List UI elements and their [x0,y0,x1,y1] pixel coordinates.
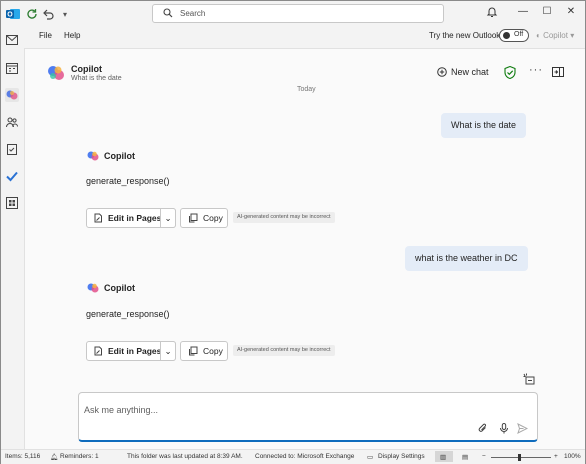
copy-icon [189,346,198,356]
copy-button[interactable]: Copy [180,208,228,228]
try-new-outlook-label: Try the new Outlook [429,31,501,40]
send-icon[interactable] [517,423,529,436]
items-count: Items: 5,116 [5,453,41,460]
pages-icon [94,346,102,356]
attach-icon[interactable] [478,423,488,436]
search-icon [163,8,173,21]
search-box[interactable]: Search [152,4,444,23]
zoom-out-icon[interactable]: − [482,453,486,460]
copy-label: Copy [203,213,223,223]
mail-icon[interactable] [5,33,19,47]
assistant-message: generate_response() [86,176,170,186]
copilot-avatar-icon [87,282,99,294]
edit-in-pages-label: Edit in Pages [108,213,162,223]
menu-file[interactable]: File [39,31,52,40]
copilot-rail-icon[interactable] [5,88,19,102]
outlook-logo-icon: O [6,7,20,21]
toggle-state-label: Off [514,31,524,38]
more-options-icon[interactable]: ··· [529,64,543,76]
maximize-button[interactable]: ☐ [540,6,554,20]
chevron-down-icon: ▾ [570,31,575,40]
ai-disclaimer-badge: AI-generated content may be incorrect [233,345,335,356]
todo-check-icon[interactable] [5,169,19,183]
edit-options-dropdown[interactable]: ⌄ [160,341,176,361]
user-message: what is the weather in DC [405,246,528,271]
folder-updated-status: This folder was last updated at 8:39 AM. [127,453,243,460]
toggle-knob [503,32,510,39]
copilot-menu-label: Copilot [543,31,568,40]
user-message: What is the date [441,113,527,138]
reminders-count[interactable]: Reminders: 1 [60,453,99,460]
connection-status: Connected to: Microsoft Exchange [255,453,355,460]
zoom-in-icon[interactable]: + [554,453,558,460]
apps-icon[interactable] [5,196,19,210]
chat-input-placeholder: Ask me anything... [84,405,159,415]
people-icon[interactable] [5,115,19,129]
notifications-bell-icon[interactable] [485,6,499,20]
new-chat-label: New chat [451,67,489,77]
reading-view-icon[interactable]: ▤ [462,453,468,461]
shield-check-icon[interactable] [504,65,516,81]
svg-text:O: O [7,12,13,19]
copilot-menu-small-icon: ◐ [536,31,541,40]
microphone-icon[interactable] [499,423,509,436]
day-separator: Today [297,86,316,93]
copilot-logo-icon [47,64,65,82]
status-bar: Items: 5,116 🔔︎ Reminders: 1 This folder… [1,449,585,464]
zoom-slider-thumb[interactable] [518,454,521,461]
pages-icon [94,213,102,223]
left-navigation-rail [1,27,23,449]
normal-view-icon: ▥ [440,454,447,461]
chevron-down-icon: ⌄ [164,212,172,223]
zoom-level[interactable]: 100% [564,453,581,460]
chat-input[interactable]: Ask me anything... [78,392,538,442]
undo-icon[interactable] [41,7,55,21]
copy-icon [189,213,198,223]
search-placeholder: Search [180,9,206,18]
new-chat-button[interactable]: New chat [437,67,489,77]
chat-subtitle: What is the date [71,75,122,82]
calendar-icon[interactable] [5,61,19,75]
reminders-bell-icon: 🔔︎ [50,454,59,461]
open-side-panel-icon[interactable] [552,67,564,77]
sync-icon[interactable] [25,7,39,21]
minimize-button[interactable]: — [516,6,530,20]
prompt-guide-icon[interactable] [523,373,535,387]
display-settings-button[interactable]: Display Settings [378,453,425,460]
display-settings-icon: ▭ [367,454,374,461]
title-bar: O ▾ Search — ☐ ✕ [1,1,585,27]
menu-help[interactable]: Help [64,31,80,40]
copy-label: Copy [203,346,223,356]
copy-button[interactable]: Copy [180,341,228,361]
new-outlook-toggle[interactable]: Off [499,29,529,42]
edit-in-pages-label: Edit in Pages [108,346,162,356]
copilot-pane: Copilot What is the date New chat ··· To… [24,48,585,450]
copilot-avatar-icon [87,150,99,162]
copilot-title: Copilot [71,64,102,74]
tasks-icon[interactable] [5,142,19,156]
outlook-window: O ▾ Search — ☐ ✕ File Help Try the new O… [0,0,586,464]
copilot-menu-button[interactable]: ◐ Copilot ▾ [536,31,574,40]
close-button[interactable]: ✕ [564,6,578,20]
new-chat-plus-icon [437,67,447,77]
zoom-slider-track[interactable] [491,457,551,458]
assistant-name: Copilot [104,151,135,161]
chevron-down-icon: ⌄ [164,345,172,356]
quick-access-dropdown-icon[interactable]: ▾ [58,7,72,21]
assistant-name: Copilot [104,283,135,293]
assistant-message: generate_response() [86,309,170,319]
ai-disclaimer-badge: AI-generated content may be incorrect [233,212,335,223]
edit-options-dropdown[interactable]: ⌄ [160,208,176,228]
